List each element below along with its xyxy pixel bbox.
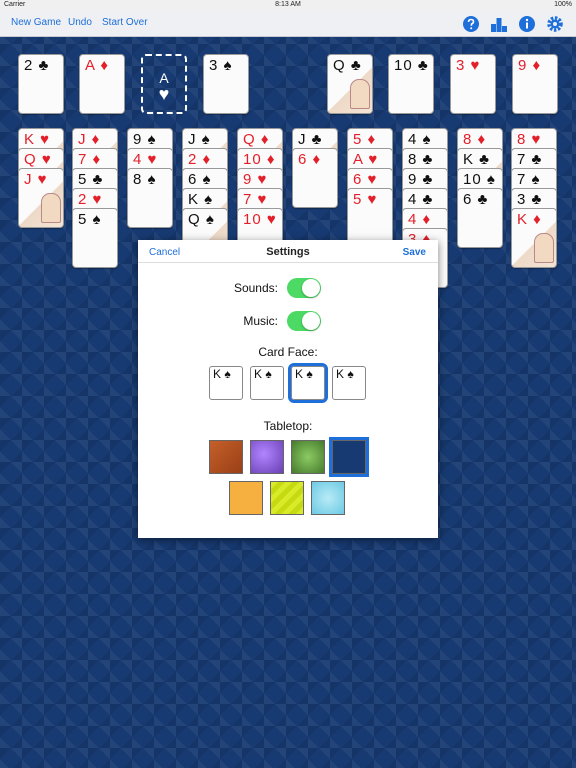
leaderboard-icon[interactable] xyxy=(490,15,508,33)
foundation-card[interactable]: 9 ♦ xyxy=(512,54,558,114)
card-face-option[interactable]: K ♠ xyxy=(250,366,284,400)
tableau-card[interactable]: K ♦ xyxy=(511,208,557,268)
foundation-card[interactable]: 3 ♠ xyxy=(203,54,249,114)
foundation-card[interactable]: Q ♣ xyxy=(327,54,373,114)
card-face-option-selected[interactable]: K ♠ xyxy=(288,363,328,403)
settings-dialog: Cancel Settings Save Sounds: Music: Card… xyxy=(138,240,438,538)
card-face-label: Card Face: xyxy=(258,345,318,359)
tabletop-leaves-option[interactable] xyxy=(291,440,325,474)
tableau-card[interactable]: 6 ♦ xyxy=(292,148,338,208)
tabletop-orange-option[interactable] xyxy=(229,481,263,515)
tableau-card[interactable]: 8 ♠ xyxy=(127,168,173,228)
help-icon[interactable] xyxy=(462,15,480,33)
divider xyxy=(138,262,438,263)
tableau-card[interactable]: 5 ♠ xyxy=(72,208,118,268)
tabletop-lime-option[interactable] xyxy=(270,481,304,515)
new-game-button[interactable]: New Game xyxy=(11,17,61,28)
settings-gear-icon[interactable] xyxy=(546,15,564,33)
foundation-card[interactable]: 10 ♣ xyxy=(388,54,434,114)
tabletop-aqua-option[interactable] xyxy=(311,481,345,515)
card-face-option[interactable]: K ♠ xyxy=(209,366,243,400)
clock: 8:13 AM xyxy=(275,1,301,8)
settings-title: Settings xyxy=(266,246,310,258)
start-over-button[interactable]: Start Over xyxy=(102,17,148,28)
music-toggle[interactable] xyxy=(287,311,321,331)
sounds-label: Sounds: xyxy=(233,281,278,295)
save-button[interactable]: Save xyxy=(403,247,426,258)
info-icon[interactable] xyxy=(518,15,536,33)
tabletop-wood-option[interactable] xyxy=(209,440,243,474)
status-bar: Carrier 8:13 AM 100% xyxy=(0,0,576,12)
undo-button[interactable]: Undo xyxy=(68,17,92,28)
tabletop-label: Tabletop: xyxy=(263,419,313,433)
tableau-card[interactable]: 6 ♣ xyxy=(457,188,503,248)
card-face-option[interactable]: K ♠ xyxy=(332,366,366,400)
tabletop-blue-option-selected[interactable] xyxy=(329,437,369,477)
toolbar: New Game Undo Start Over xyxy=(0,12,576,37)
foundation-card[interactable]: 3 ♥ xyxy=(450,54,496,114)
foundation-slot[interactable]: A ♥ xyxy=(141,54,187,114)
free-cell-card[interactable]: 2 ♣ xyxy=(18,54,64,114)
music-label: Music: xyxy=(243,314,278,328)
free-cell-card[interactable]: A ♦ xyxy=(79,54,125,114)
sounds-toggle[interactable] xyxy=(287,278,321,298)
tableau-card[interactable]: 5 ♥ xyxy=(347,188,393,248)
tableau-card[interactable]: J ♥ xyxy=(18,168,64,228)
tabletop-flowers-option[interactable] xyxy=(250,440,284,474)
battery-label: 100% xyxy=(554,1,572,8)
